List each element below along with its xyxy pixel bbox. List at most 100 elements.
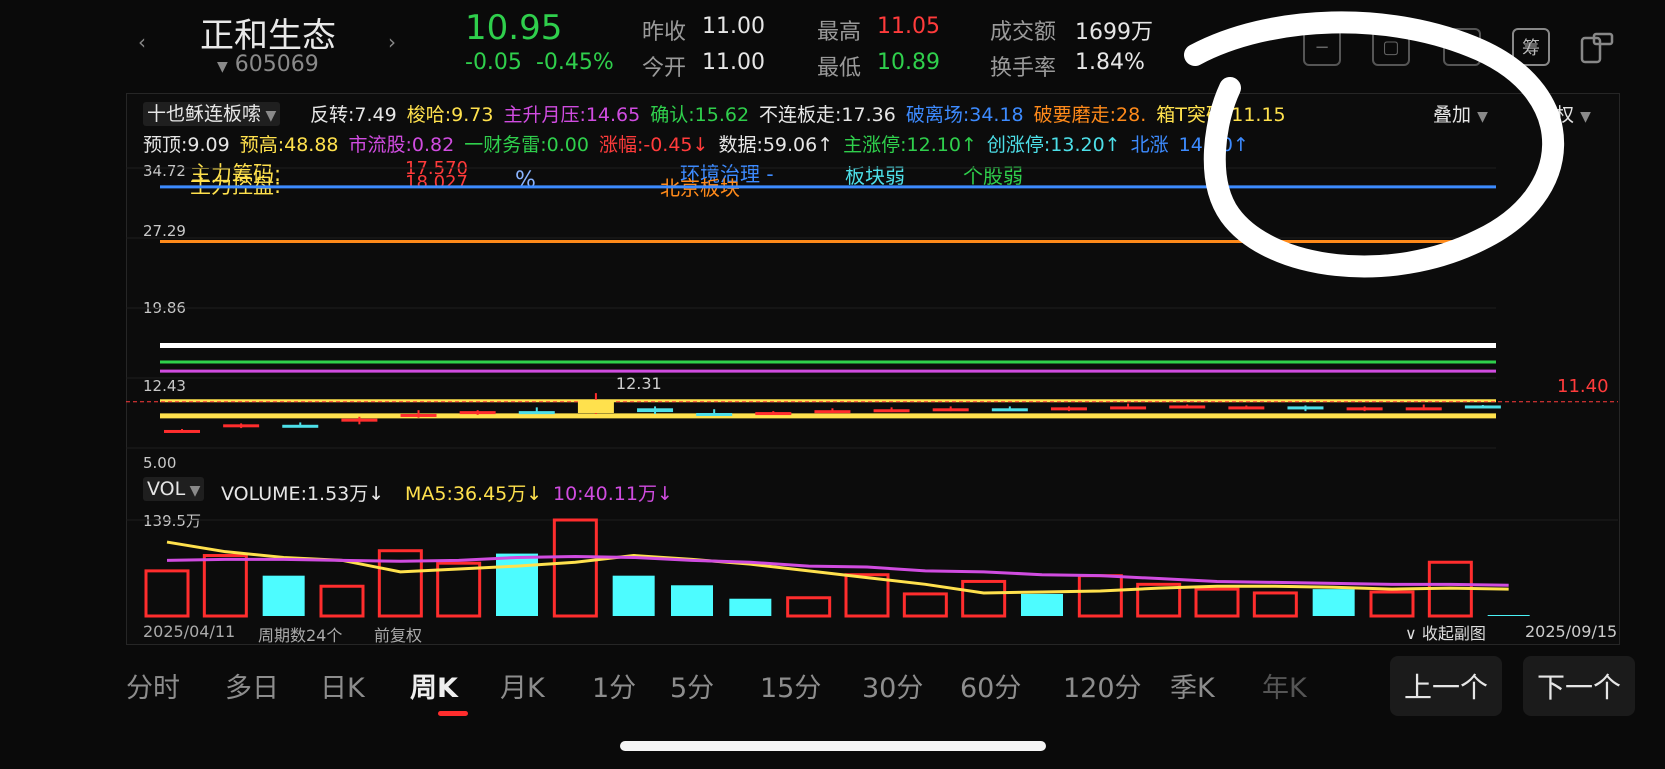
volume-bar [552,518,598,618]
candle-body [932,408,969,412]
candle-body [1169,405,1206,409]
turnover-rate-label: 换手率 [990,56,1057,81]
caret-down-icon: ▼ [217,59,228,75]
candle-body [223,424,260,428]
tab-4[interactable]: 月K [500,666,545,705]
prev-close-value: 11.00 [702,14,765,39]
candle-body [1405,407,1442,411]
caret-down-icon: ▼ [261,108,277,124]
indicator-selector[interactable]: 十也稣连板嗦 ▼ [143,99,281,126]
stock-code[interactable]: ▼ 605069 [217,52,319,77]
volume-bar [1487,615,1530,616]
ma10-value: 10:40.11万↓ [553,483,673,505]
candle-body [991,408,1028,412]
candle-body [518,411,555,415]
minus-icon[interactable]: − [1303,28,1341,66]
rotate-screen-icon[interactable] [1578,28,1616,66]
candle-body [459,411,496,415]
indicator-value: 主涨停:12.10↑ [843,134,977,156]
volume-bar [319,584,365,618]
draw-icon[interactable]: ✎ [1443,28,1481,66]
prev-close-label: 昨收 [642,20,687,45]
active-tab-indicator [438,711,468,716]
tab-2[interactable]: 日K [320,666,365,705]
indicator-value: 一财务雷:0.00 [464,134,589,156]
price-chart[interactable]: 12.31 [126,160,1618,470]
volume-bar [612,575,655,616]
candle-body [1287,406,1324,410]
candle-body [1110,406,1147,410]
indicator-value: 市流股:0.82 [348,134,455,156]
tab-9[interactable]: 60分 [960,666,1021,705]
indicator-values-row2: 预顶:9.09 预高:48.88 市流股:0.82 一财务雷:0.00 涨幅:-0.45… [143,130,1259,157]
caret-down-icon: ▼ [185,483,201,499]
turnover-amount-label: 成交额 [990,20,1057,45]
stock-name: 正和生态 [200,16,336,56]
collapse-subchart-button[interactable]: ∨ 收起副图 [1405,620,1486,644]
chevron-down-icon: ∨ [1405,624,1417,643]
volume-bar [671,585,713,616]
prev-button[interactable]: 上一个 [1390,656,1502,716]
tab-11[interactable]: 季K [1170,666,1215,705]
volume-bar [902,592,948,618]
tab-7[interactable]: 15分 [760,666,821,705]
candle-body [282,424,319,428]
fq-mode: 前复权 [374,626,423,645]
next-button[interactable]: 下一个 [1523,656,1635,716]
candle-body [1346,407,1383,411]
indicator-value: 梭哈:9.73 [406,104,494,126]
fuquan-dropdown[interactable]: 权 ▼ [1555,100,1591,127]
period-count: 周期数24个 [258,626,343,645]
peak-label: 12.31 [616,374,662,393]
ma5-value: MA5:36.45万↓ [405,483,543,505]
volume-bar [144,569,190,618]
candle-body [400,413,437,417]
volume-chart[interactable] [126,508,1618,618]
candle-body [873,409,910,413]
tab-10[interactable]: 120分 [1063,666,1142,705]
volume-bar [1077,574,1123,618]
volume-bar [262,575,305,616]
tab-1[interactable]: 多日 [225,666,279,705]
indicator-value: 预高:48.88 [239,134,339,156]
indicator-value: 破要磨走:28. [1033,104,1147,126]
next-stock-arrow[interactable]: › [388,30,396,54]
tab-8[interactable]: 30分 [862,666,923,705]
prev-stock-arrow[interactable]: ‹ [138,30,146,54]
volume-bar [1369,590,1415,618]
volume-bar [961,579,1007,618]
indicator-value: 涨幅:-0.45↓ [598,134,709,156]
indicator-value: 破离场:34.18 [905,104,1024,126]
start-date: 2025/04/11 [143,622,236,641]
indicator-value: 反转:7.49 [310,104,397,126]
ma10-line [166,554,1509,587]
tab-5[interactable]: 1分 [592,666,636,705]
tab-3[interactable]: 周K [410,666,458,705]
indicator-value: 预顶:9.09 [143,134,230,156]
candle-body [1464,405,1501,409]
high-value: 11.05 [877,14,940,39]
volume-bar [1312,589,1355,616]
indicator-value: 确认:15.62 [650,104,750,126]
tab-6[interactable]: 5分 [670,666,714,705]
low-label: 最低 [817,56,862,81]
candle-body [755,412,792,416]
open-value: 11.00 [702,50,765,75]
indicator-value: 主升月压:14.65 [503,104,641,126]
window-icon[interactable]: ▢ [1372,28,1410,66]
tab-0[interactable]: 分时 [126,666,180,705]
candle-body [164,429,200,433]
vol-selector[interactable]: VOL ▼ [143,477,205,501]
overlay-dropdown[interactable]: 叠加 ▼ [1433,100,1488,127]
chip-icon[interactable]: 筹 [1512,28,1550,66]
tab-12[interactable]: 年K [1262,666,1307,705]
indicator-values-row1: 反转:7.49 梭哈:9.73 主升月压:14.65 确认:15.62 不连板走:17.… [310,100,1296,127]
indicator-value: 北涨 [1130,134,1169,156]
caret-down-icon: ▼ [1580,109,1591,125]
volume-bar [729,598,772,616]
candle-body [637,408,674,413]
candle-body [577,399,614,414]
volume-bar [844,573,890,618]
last-price: 10.95 [465,8,563,48]
candle-body [814,410,851,414]
